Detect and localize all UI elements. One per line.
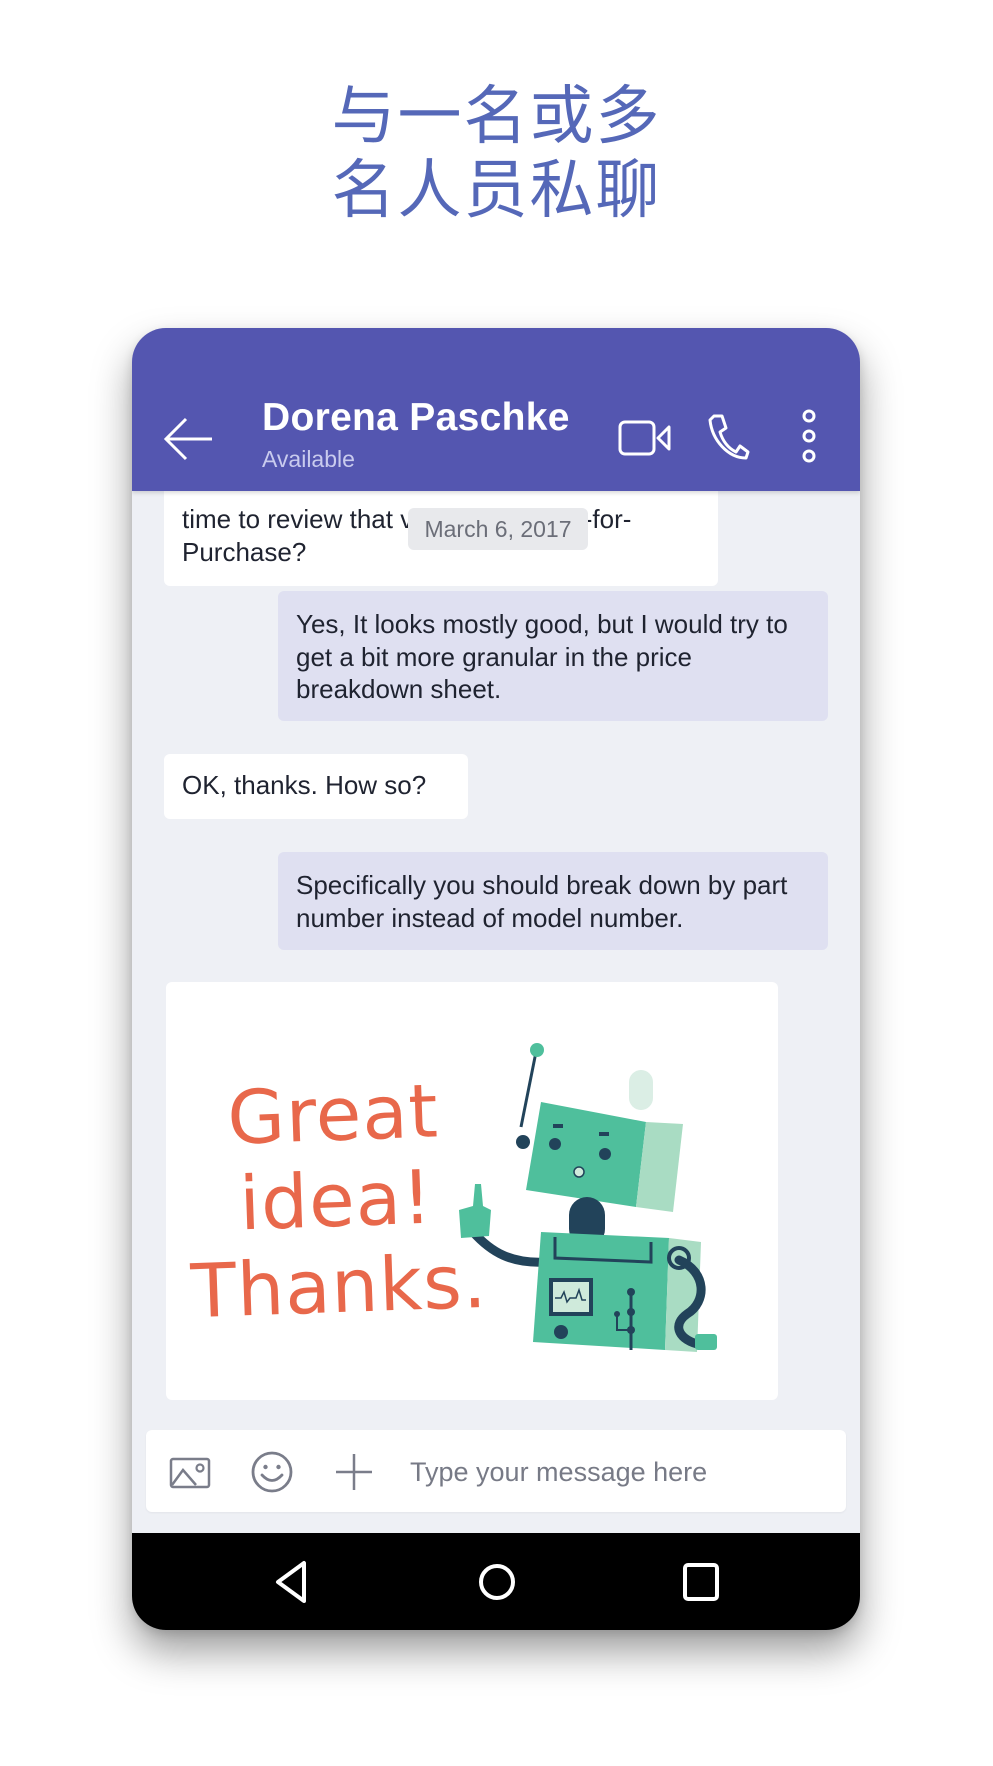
- message-incoming[interactable]: OK, thanks. How so?: [164, 754, 468, 819]
- message-input[interactable]: [408, 1444, 832, 1500]
- more-vertical-icon[interactable]: [797, 408, 821, 464]
- chat-thread[interactable]: time to review that vendor Request-for-P…: [132, 328, 860, 1533]
- message-composer: [146, 1430, 846, 1512]
- headline: 与一名或多 名人员私聊: [0, 80, 993, 228]
- sticker-line: Thanks.: [189, 1238, 489, 1336]
- sticker-message[interactable]: Great idea! Thanks.: [166, 982, 778, 1400]
- headline-line-2: 名人员私聊: [331, 154, 662, 228]
- image-icon[interactable]: [168, 1450, 212, 1494]
- message-outgoing[interactable]: Yes, It looks mostly good, but I would t…: [278, 591, 828, 721]
- android-nav-bar: [132, 1533, 860, 1630]
- sticker-line: Great: [226, 1068, 440, 1162]
- sticker-caption: Great idea! Thanks.: [182, 1067, 491, 1335]
- nav-recents-icon[interactable]: [678, 1559, 724, 1605]
- phone-screen: time to review that vendor Request-for-P…: [132, 328, 860, 1630]
- phone-icon[interactable]: [706, 412, 750, 462]
- nav-back-icon[interactable]: [270, 1559, 316, 1605]
- app-bar: Dorena Paschke Available: [132, 328, 860, 491]
- message-text: Specifically you should break down by pa…: [296, 870, 788, 933]
- video-camera-icon[interactable]: [618, 418, 672, 458]
- sticker-line: idea!: [238, 1154, 434, 1248]
- date-separator: March 6, 2017: [408, 508, 588, 550]
- headline-line-1: 与一名或多: [331, 80, 662, 154]
- presence-status: Available: [262, 446, 355, 472]
- contact-name[interactable]: Dorena Paschke: [262, 396, 570, 440]
- message-outgoing[interactable]: Specifically you should break down by pa…: [278, 852, 828, 950]
- robot-sticker-icon: [459, 1043, 717, 1352]
- arrow-left-icon[interactable]: [162, 416, 214, 462]
- emoji-icon[interactable]: [250, 1450, 294, 1494]
- nav-home-icon[interactable]: [474, 1559, 520, 1605]
- plus-icon[interactable]: [332, 1450, 376, 1494]
- message-text: Yes, It looks mostly good, but I would t…: [296, 609, 788, 704]
- message-text: OK, thanks. How so?: [182, 770, 427, 800]
